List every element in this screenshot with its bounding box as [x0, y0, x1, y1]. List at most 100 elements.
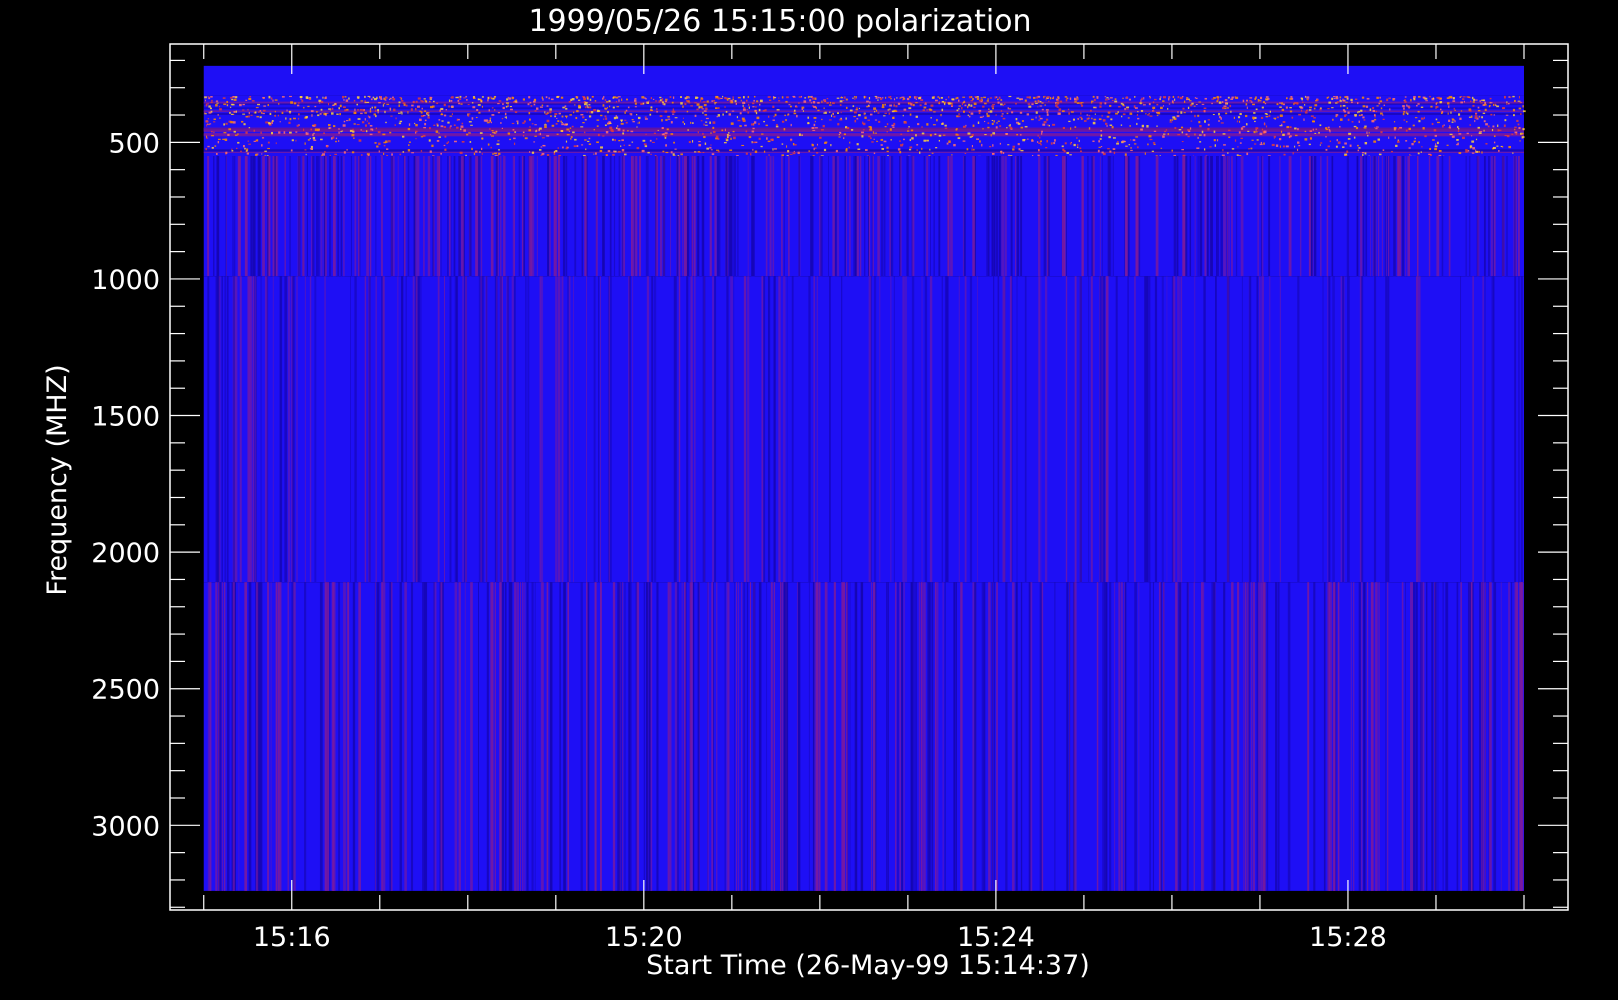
heatmap-speckle — [812, 129, 816, 131]
heatmap-speckle — [333, 125, 336, 128]
heatmap-speckle — [642, 139, 646, 142]
heatmap-speckle — [1074, 126, 1077, 128]
y-axis-label: Frequency (MHZ) — [42, 364, 73, 595]
heatmap-speckle — [829, 119, 832, 121]
heatmap-speckle — [561, 115, 564, 118]
heatmap-speckle — [405, 104, 408, 107]
heatmap-speckle — [231, 96, 233, 98]
heatmap-speckle — [644, 116, 647, 118]
heatmap-speckle — [488, 109, 490, 112]
heatmap-speckle — [1491, 128, 1494, 132]
heatmap-speckle — [523, 120, 526, 123]
heatmap-band-base — [203, 95, 1524, 157]
heatmap-speckle — [838, 136, 841, 138]
heatmap-stripe — [1200, 582, 1204, 891]
heatmap-speckle — [424, 122, 427, 126]
heatmap-speckle — [703, 104, 707, 107]
heatmap-speckle — [1101, 151, 1104, 154]
heatmap-speckle — [622, 129, 625, 132]
heatmap-speckle — [293, 102, 297, 105]
heatmap-speckle — [830, 144, 832, 147]
heatmap-speckle — [1348, 132, 1352, 135]
heatmap-speckle — [897, 102, 901, 105]
heatmap-stripe — [563, 582, 566, 891]
heatmap-speckle — [826, 102, 829, 104]
heatmap-speckle — [1167, 107, 1169, 110]
heatmap-speckle — [948, 140, 951, 143]
heatmap-speckle — [335, 140, 337, 143]
heatmap-speckle — [1102, 119, 1106, 122]
heatmap-speckle — [1125, 96, 1128, 99]
heatmap-speckle — [1254, 143, 1257, 145]
heatmap-stripe — [309, 276, 312, 583]
heatmap-speckle — [1313, 107, 1316, 110]
heatmap-stripe — [1226, 276, 1230, 583]
heatmap-speckle — [699, 105, 703, 109]
heatmap-speckle — [1358, 120, 1360, 123]
heatmap-speckle — [944, 124, 947, 127]
heatmap-speckle — [327, 103, 330, 106]
heatmap-speckle — [210, 96, 213, 98]
heatmap-stripe — [1177, 276, 1180, 583]
heatmap-stripe — [906, 156, 909, 277]
heatmap-speckle — [931, 96, 935, 99]
heatmap-speckle — [1512, 95, 1515, 98]
heatmap-stripe — [632, 276, 634, 583]
heatmap-speckle — [1358, 147, 1361, 149]
heatmap-stripe — [218, 276, 220, 583]
heatmap-speckle — [1297, 128, 1299, 131]
heatmap-speckle — [728, 113, 732, 116]
heatmap-speckle — [751, 123, 754, 126]
heatmap-speckle — [804, 97, 807, 99]
heatmap-speckle — [873, 138, 875, 140]
heatmap-speckle — [373, 98, 377, 101]
heatmap-speckle — [753, 96, 756, 98]
heatmap-stripe — [969, 276, 973, 583]
heatmap-speckle — [467, 114, 470, 117]
heatmap-speckle — [994, 96, 997, 99]
heatmap-stripe — [678, 276, 680, 583]
heatmap-speckle — [1379, 100, 1383, 103]
heatmap-stripe — [370, 156, 372, 277]
heatmap-speckle — [875, 109, 878, 112]
heatmap-speckle — [338, 128, 340, 130]
heatmap-speckle — [253, 140, 256, 142]
heatmap-speckle — [438, 119, 441, 121]
heatmap-streak — [203, 133, 1524, 136]
heatmap-speckle — [1480, 102, 1483, 104]
heatmap-stripe — [343, 156, 345, 277]
heatmap-speckle — [1326, 96, 1329, 99]
heatmap-speckle — [971, 135, 973, 138]
heatmap-stripe — [893, 276, 895, 583]
heatmap-speckle — [1098, 118, 1102, 121]
heatmap-speckle — [514, 111, 518, 114]
heatmap-speckle — [772, 148, 774, 151]
heatmap-speckle — [992, 107, 994, 110]
heatmap-speckle — [208, 105, 211, 108]
heatmap-speckle — [1414, 117, 1418, 119]
heatmap-speckle — [715, 107, 718, 110]
heatmap-speckle — [352, 130, 355, 133]
heatmap-speckle — [1413, 140, 1417, 142]
heatmap-stripe — [1203, 276, 1206, 583]
heatmap-stripe — [1490, 156, 1493, 277]
heatmap-speckle — [1492, 125, 1495, 128]
heatmap-speckle — [1437, 96, 1440, 100]
heatmap-speckle — [1318, 132, 1320, 134]
heatmap-speckle — [206, 103, 209, 105]
heatmap-speckle — [761, 133, 764, 135]
heatmap-speckle — [450, 97, 452, 99]
heatmap-stripe — [557, 156, 560, 277]
heatmap-speckle — [670, 151, 673, 154]
heatmap-speckle — [605, 101, 609, 103]
heatmap-speckle — [1403, 110, 1405, 113]
heatmap-stripe — [461, 156, 464, 277]
heatmap-speckle — [1080, 118, 1083, 120]
heatmap-speckle — [909, 113, 912, 116]
heatmap-stripe — [235, 276, 236, 583]
heatmap-speckle — [281, 111, 284, 114]
heatmap-stripe — [997, 276, 1000, 583]
heatmap-stripe — [1081, 156, 1084, 277]
heatmap-speckle — [211, 99, 213, 102]
heatmap-speckle — [809, 99, 812, 102]
